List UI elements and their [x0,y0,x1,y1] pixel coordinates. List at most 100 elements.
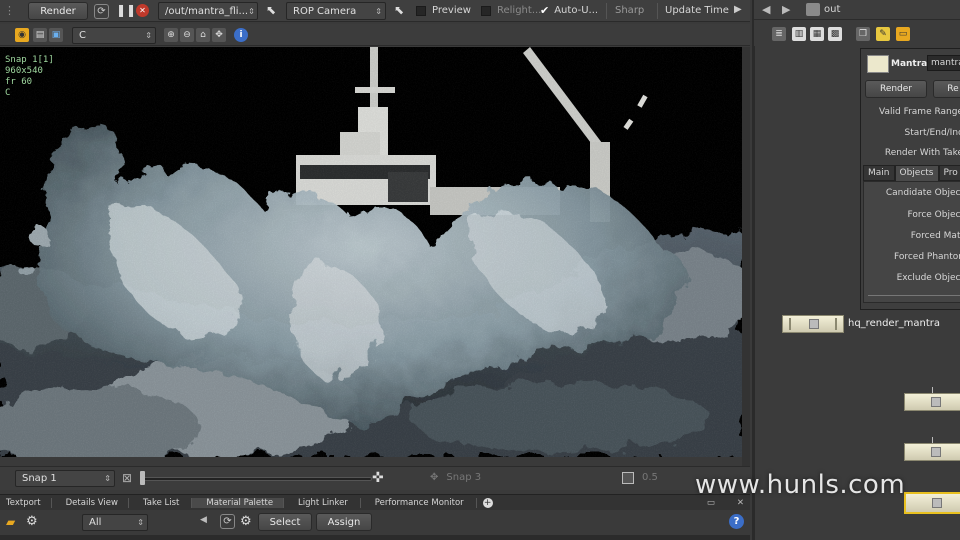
material-gear-icon[interactable]: ⚙ [240,514,252,529]
mantra-node-3[interactable] [904,443,960,461]
snap-label: Snap 1[1] [5,55,54,65]
refresh-material-icon[interactable]: ⟳ [220,514,235,529]
auto-update-toggle[interactable]: ✔ Auto-U... [540,4,598,17]
tab-details-view[interactable]: Details View [52,497,129,508]
preview-label: Preview [432,5,471,16]
add-tab-icon[interactable]: + [482,497,493,508]
node-flag-right [835,318,837,330]
tab-performance-monitor[interactable]: Performance Monitor [361,497,477,508]
toolbar-divider [657,3,658,19]
tab-textport[interactable]: Textport [0,497,52,508]
param-render-control-button[interactable]: Re [933,80,960,98]
node-wire [932,437,933,443]
output-driver-select[interactable]: /out/mantra_fli... ⇕ [158,2,258,20]
sharp-label[interactable]: Sharp [615,5,644,16]
viewport-right-border [742,47,750,467]
snap-a-select[interactable]: Snap 1 ⇕ [15,470,115,487]
close-icon[interactable]: ⊠ [122,471,132,485]
forward-arrow-icon[interactable]: ▶ [782,3,790,16]
list-view-icon[interactable]: ≣ [772,27,786,41]
tree-view-icon[interactable]: ▥ [792,27,806,41]
update-time-button[interactable]: Update Time [665,5,729,16]
toolbar-grip: ⋮ [4,4,15,17]
tab-objects[interactable]: Objects [894,165,939,181]
copy-icon[interactable]: ❐ [856,27,870,41]
tab-properties[interactable]: Pro [938,165,960,181]
wipe-value[interactable]: 0.5 [642,472,658,483]
node-icon [932,498,942,508]
help-icon[interactable]: ? [729,514,744,529]
folder-icon[interactable]: ▰ [6,515,15,529]
node-type-label: Mantra [891,59,928,69]
select-button[interactable]: Select [258,513,312,531]
note-icon[interactable]: ✎ [876,27,890,41]
auto-update-label: Auto-U... [554,5,599,16]
preview-toggle[interactable]: Preview [416,5,471,16]
viewer-overlay-info: Snap 1[1] 960x540 fr 60 C [5,55,54,99]
cursor-arrow-icon[interactable]: ⬉ [266,3,276,17]
bundle-icon[interactable]: ▭ [896,27,910,41]
pan-icon[interactable]: ✥ [212,28,226,42]
refresh-icon[interactable]: ⟳ [94,4,109,19]
snap-b-group[interactable]: ✥ Snap 3 [430,472,481,483]
node-icon [931,447,941,457]
collapse-arrow-icon[interactable]: ◀ [200,515,207,525]
material-path-bar [0,535,750,540]
preview-checkbox[interactable] [416,5,426,16]
node-flag-left [789,318,791,330]
wipe-slider[interactable] [142,477,372,481]
updown-arrow-icon: ⇕ [375,6,382,16]
node-name-field[interactable]: mantra [927,55,960,71]
assign-button[interactable]: Assign [316,513,372,531]
wipe-toggle-icon[interactable] [622,472,634,484]
mantra-node-selected[interactable] [904,492,960,514]
zoom-out-icon[interactable]: ⊖ [180,28,194,42]
back-arrow-icon[interactable]: ◀ [762,3,770,16]
tab-material-palette[interactable]: Material Palette [192,497,285,508]
frame-label: fr 60 [5,77,33,87]
relight-checkbox[interactable] [481,5,491,16]
add-icon[interactable]: ✜ [372,470,384,486]
param-render-button[interactable]: Render [865,80,927,98]
tab-main[interactable]: Main [863,165,895,181]
color-view-icon[interactable]: ▩ [828,27,842,41]
slider-handle[interactable] [140,471,145,485]
param-valid-frame-range-label: Valid Frame Range [879,107,960,117]
hq-render-mantra-node[interactable] [782,315,844,333]
camera-value: ROP Camera [293,5,357,17]
camera-pick-icon[interactable]: ⬉ [394,3,404,17]
param-start-end-inc-label: Start/End/Inc [904,128,960,138]
network-path-bar: ◀ ▶ out [754,0,960,20]
zoom-in-icon[interactable]: ⊕ [164,28,178,42]
force-object-label: Force Object [907,210,960,220]
snapshot-icon[interactable]: ◉ [15,28,29,42]
network-toolbar: ≣ ▥ ▦ ▩ ❐ ✎ ▭ [754,24,960,44]
gear-icon[interactable]: ⚙ [26,514,38,529]
grid-view-icon[interactable]: ▦ [810,27,824,41]
render-viewport[interactable]: Snap 1[1] 960x540 fr 60 C [0,47,742,457]
snapshot-bar: Snap 1 ⇕ ⊠ ✜ ✥ Snap 3 0.5 [0,466,750,490]
compare-icon[interactable]: ▤ [33,28,47,42]
mantra-node-icon [867,55,889,73]
tab-light-linker[interactable]: Light Linker [284,497,361,508]
camera-select[interactable]: ROP Camera ⇕ [286,2,386,20]
channel-select[interactable]: C ⇕ [72,27,156,44]
check-icon[interactable]: ✔ [540,4,549,17]
network-path-label[interactable]: out [824,4,840,15]
tab-take-list[interactable]: Take List [129,497,193,508]
home-icon[interactable]: ⌂ [196,28,210,42]
pause-icon[interactable]: ❚❚ [116,3,136,18]
render-image [0,47,742,457]
relight-toggle[interactable]: Relight... [481,5,541,16]
info-icon[interactable]: i [234,28,248,42]
mantra-node-2[interactable] [904,393,960,411]
stop-icon[interactable]: ✕ [136,4,149,17]
render-button[interactable]: Render [28,2,88,20]
toolbar-more-arrow-icon[interactable]: ▶ [734,4,742,15]
updown-arrow-icon: ⇕ [104,474,111,483]
display-icon[interactable]: ▣ [49,28,63,42]
material-palette-pane: ▰ ⚙ All ⇕ ◀ ⟳ ⚙ Select Assign ? [0,511,750,540]
node-icon [809,319,819,329]
material-filter-select[interactable]: All ⇕ [82,514,148,531]
param-tab-bar: Main Objects Pro [863,165,960,181]
